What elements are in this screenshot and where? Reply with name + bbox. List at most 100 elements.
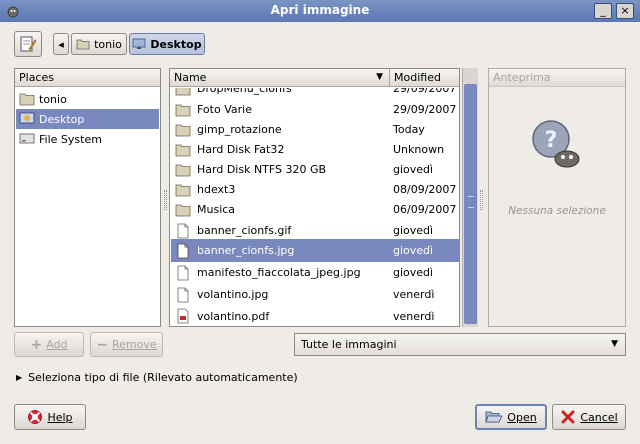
file-name: banner_cionfs.jpg [197,244,295,257]
add-bookmark-button[interactable]: + Add [14,332,84,357]
image-file-icon [177,265,189,280]
column-header-name-overlay: Name ▼ [170,69,390,87]
file-modified: Unknown [393,143,445,156]
path-scroll-left-button[interactable]: ◂ [53,33,69,55]
no-selection-text: Nessuna selezione [508,205,606,217]
file-filter-value: Tutte le immagini [301,338,397,351]
places-item-label: Desktop [39,112,85,126]
desktop-icon [19,112,35,124]
places-item-label: tonio [39,92,67,106]
file-name: volantino.jpg [197,288,269,301]
drive-icon [19,133,35,144]
help-button-label: Help [47,410,73,424]
path-button-tonio[interactable]: tonio [71,33,127,55]
file-list-scrollbar[interactable] [462,68,478,327]
file-row[interactable]: Foto Varie 29/09/2007 [171,99,459,120]
file-modified: 06/09/2007 [393,203,457,216]
image-file-icon [177,223,189,238]
home-folder-icon [19,93,35,106]
preview-header: Anteprima [489,69,625,87]
file-row-selected[interactable]: banner_cionfs.jpg giovedì [171,239,459,262]
column-header-modified-overlay: Modified [390,69,459,87]
pdf-file-icon [177,308,189,324]
scrollbar-thumb[interactable] [464,84,477,324]
file-name: volantino.pdf [197,309,270,323]
scrollbar-grip [468,196,474,208]
column-header-name-text: Name [174,71,207,84]
places-header[interactable]: Places [15,69,160,87]
places-item-filesystem[interactable]: File System [16,129,159,149]
close-window-button[interactable]: × [616,3,634,19]
file-rows: DropMenu_cionfs 29/09/2007 Foto Varie 29… [170,69,459,326]
file-row[interactable]: volantino.pdf venerdì [171,305,459,326]
open-button-label: Open [507,410,537,424]
help-button[interactable]: Help [14,404,86,430]
file-name: Foto Varie [197,103,252,116]
file-modified: giovedì [393,266,434,279]
home-folder-icon [76,39,90,50]
help-lifebuoy-icon [28,410,43,424]
remove-button-label: Remove [112,338,157,351]
edit-pencil-icon [20,36,37,52]
plus-icon: + [30,336,43,353]
title-bar[interactable]: Apri immagine _ × [0,0,640,22]
svg-text:?: ? [545,128,558,153]
file-filter-combo[interactable]: Tutte le immagini ▼ [294,333,626,356]
folder-icon [175,144,191,156]
image-file-icon [177,243,189,258]
folder-icon [175,124,191,136]
file-name: Hard Disk Fat32 [197,143,285,156]
file-row[interactable]: Musica 06/09/2007 [171,199,459,220]
places-item-label: File System [39,132,102,146]
path-button-desktop[interactable]: Desktop [129,33,205,55]
file-modified: giovedì [393,224,434,237]
file-name: Musica [197,203,236,216]
file-modified: Today [393,123,425,136]
remove-bookmark-button[interactable]: − Remove [90,332,163,357]
type-location-button[interactable] [14,31,42,57]
pane-splitter-handle[interactable] [164,190,167,210]
preview-pane: Anteprima ? Nessuna selezione [488,68,626,327]
sort-down-arrow-icon: ▼ [376,72,383,82]
cancel-x-icon [561,410,575,424]
file-name: gimp_rotazione [197,123,282,136]
file-row[interactable]: hdext3 08/09/2007 [171,179,459,200]
file-type-expander[interactable]: ▶ Seleziona tipo di file (Rilevato autom… [16,369,298,385]
file-modified: 08/09/2007 [393,183,457,196]
cancel-button[interactable]: Cancel [552,404,626,430]
file-name: manifesto_fiaccolata_jpeg.jpg [197,266,361,279]
places-item-desktop[interactable]: Desktop [16,109,159,129]
window-title: Apri immagine [270,3,370,17]
file-type-expander-label: Seleziona tipo di file (Rilevato automat… [28,370,298,384]
file-row[interactable]: Hard Disk Fat32 Unknown [171,139,459,160]
file-name: hdext3 [197,183,236,196]
file-list-pane: Name ▼ Modified DropMenu_cionfs 29/09/20… [169,68,460,327]
file-row[interactable]: gimp_rotazione Today [171,119,459,140]
file-row[interactable]: manifesto_fiaccolata_jpeg.jpg giovedì [171,261,459,284]
file-modified: venerdì [393,288,435,301]
places-item-tonio[interactable]: tonio [16,89,159,109]
path-label-desktop: Desktop [150,37,202,51]
open-button[interactable]: Open [475,404,547,430]
file-modified: giovedì [393,163,434,176]
open-folder-icon [485,411,503,423]
open-image-dialog: Apri immagine _ × ◂ tonio Desktop Places [0,0,640,444]
folder-icon [175,104,191,116]
folder-icon [175,204,191,216]
minus-icon: − [96,336,109,353]
file-name: banner_cionfs.gif [197,224,292,237]
expander-arrow-icon: ▶ [16,372,23,382]
no-preview-icon: ? [532,120,580,168]
file-row[interactable]: volantino.jpg venerdì [171,283,459,306]
file-modified: giovedì [393,244,434,257]
folder-icon [175,164,191,176]
cancel-button-label: Cancel [580,410,618,424]
file-name: Hard Disk NTFS 320 GB [197,163,327,176]
desktop-icon [133,38,146,49]
file-row[interactable]: Hard Disk NTFS 320 GB giovedì [171,159,459,180]
minimize-button[interactable]: _ [594,3,612,19]
add-button-label: Add [46,338,68,351]
file-modified: venerdì [393,309,435,323]
dropdown-arrow-icon: ▼ [611,339,618,349]
preview-splitter-handle[interactable] [480,190,483,210]
